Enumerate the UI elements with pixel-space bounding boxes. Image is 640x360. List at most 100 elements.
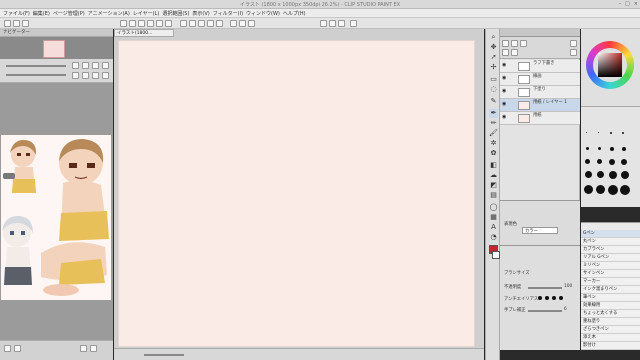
layer-menu-icon[interactable] [570,49,577,56]
sub-tool-item[interactable]: 重ね塗り [581,318,640,326]
lasso-tool-icon[interactable]: ◌ [489,85,498,94]
airbrush-tool-icon[interactable]: ✲ [489,139,498,148]
zoom-reset-icon[interactable] [82,62,89,69]
sub-tool-item[interactable]: インク溜まりペン [581,286,640,294]
size-dot[interactable] [609,171,617,179]
sub-tool-item[interactable]: 影付け [581,342,640,350]
sub-tool-item[interactable]: マーカー [581,278,640,286]
zoom-tool-icon[interactable]: ⌕ [489,33,498,42]
zoom-fit-icon[interactable] [72,62,79,69]
maximize-button[interactable]: □ [625,1,630,7]
ruler-icon[interactable] [239,20,246,27]
sub-tool-item[interactable]: Gペン [581,230,640,238]
new-layer-icon[interactable] [502,40,509,47]
transform-icon[interactable] [180,20,187,27]
size-dot[interactable] [610,132,612,134]
invert-icon[interactable] [338,20,345,27]
rotate-icon[interactable] [216,20,223,27]
saturation-value-square[interactable] [598,53,622,77]
grid-icon[interactable] [248,20,255,27]
pencil-tool-icon[interactable]: ✏ [489,119,498,128]
deselect-icon[interactable] [329,20,336,27]
menu-help[interactable]: ヘルプ(H) [283,10,306,17]
layer-row[interactable]: ◉ ラフ下書き [500,60,580,73]
zoom-out-icon[interactable] [198,20,205,27]
size-dot[interactable] [584,185,593,194]
menu-layer[interactable]: レイヤー(L) [133,10,160,17]
gradient-tool-icon[interactable]: ▤ [489,191,498,200]
size-dot[interactable] [597,159,602,164]
menu-animation[interactable]: アニメーション(A) [88,10,130,17]
canvas[interactable] [118,40,475,347]
sub-tool-item[interactable]: 筆ペン [581,294,640,302]
close-button[interactable]: × [634,1,638,7]
menu-view[interactable]: 表示(V) [192,10,209,17]
delete-layer-icon[interactable] [570,40,577,47]
size-dot[interactable] [608,185,618,195]
eye-icon[interactable]: ◉ [502,63,507,68]
zoom-slider[interactable] [6,65,66,67]
new-vector-layer-icon[interactable] [511,40,518,47]
sub-color-swatch[interactable] [492,251,500,259]
zoom-status-slider[interactable] [144,354,184,356]
fill-tool-icon[interactable]: ◩ [489,181,498,190]
layer-row[interactable]: ◉ 用紙 [500,112,580,125]
pen-tool-icon[interactable]: ✒ [489,109,498,118]
snap-icon[interactable] [230,20,237,27]
canvas-tab[interactable]: イラスト(1800... [114,29,174,37]
menu-filter[interactable]: フィルター(I) [213,10,243,17]
layer-row[interactable]: ◉ 線画 [500,73,580,86]
sub-tool-item[interactable]: ちょっと太くする [581,310,640,318]
rotate-right-icon[interactable] [102,72,109,79]
sub-tool-item[interactable]: ミリペン [581,262,640,270]
clear-icon[interactable] [138,20,145,27]
new-file-icon[interactable] [4,20,11,27]
eraser-tool-icon[interactable]: ◧ [489,161,498,170]
brush-tool-icon[interactable]: 🖌 [489,129,498,138]
size-dot[interactable] [620,185,630,195]
text-tool-icon[interactable]: A [489,223,498,232]
size-dot[interactable] [610,147,614,151]
size-dot[interactable] [621,171,629,179]
redo-icon[interactable] [129,20,136,27]
select-all-icon[interactable] [320,20,327,27]
anti-alias-weak[interactable] [545,296,549,300]
sub-tool-item[interactable]: 効果線用 [581,302,640,310]
minimize-button[interactable]: – [619,1,622,7]
menu-page[interactable]: ページ管理(P) [53,10,85,17]
decoration-tool-icon[interactable]: ✿ [489,149,498,158]
undo-icon[interactable] [120,20,127,27]
size-dot[interactable] [622,132,624,134]
layer-row-selected[interactable]: ◉ 用紙 / レイヤー 1 [500,99,580,112]
new-folder-icon[interactable] [520,40,527,47]
menu-selection[interactable]: 選択範囲(S) [162,10,189,17]
rotate-left-icon[interactable] [92,72,99,79]
size-dot[interactable] [598,147,601,150]
fit-icon[interactable] [207,20,214,27]
sub-tool-item[interactable]: 添え木 [581,334,640,342]
navigator-thumbnail[interactable] [43,40,65,58]
stabilization-slider[interactable] [528,310,562,312]
move-tool-icon[interactable]: ✥ [489,43,498,52]
zoom-plus-icon[interactable] [102,62,109,69]
sub-tool-item[interactable]: 丸ペン [581,238,640,246]
flip-h-icon[interactable] [72,72,79,79]
menu-window[interactable]: ウィンドウ(W) [246,10,280,17]
zoom-in-icon[interactable] [189,20,196,27]
move-layer-icon[interactable]: ✢ [489,63,498,72]
blend-tool-icon[interactable]: ☁ [489,171,498,180]
paste-icon[interactable] [165,20,172,27]
open-file-icon[interactable] [13,20,20,27]
anti-alias-strong[interactable] [559,296,563,300]
eyedropper-icon[interactable] [80,345,87,352]
sub-view-delete-icon[interactable] [90,345,97,352]
zoom-minus-icon[interactable] [92,62,99,69]
anti-alias-none[interactable] [538,296,542,300]
eye-icon[interactable]: ◉ [502,102,507,107]
operation-tool-icon[interactable]: ➚ [489,53,498,62]
size-dot[interactable] [597,171,604,178]
save-icon[interactable] [22,20,29,27]
figure-tool-icon[interactable]: ◯ [489,203,498,212]
color-mode-select[interactable]: カラー [522,227,558,234]
copy-icon[interactable] [156,20,163,27]
